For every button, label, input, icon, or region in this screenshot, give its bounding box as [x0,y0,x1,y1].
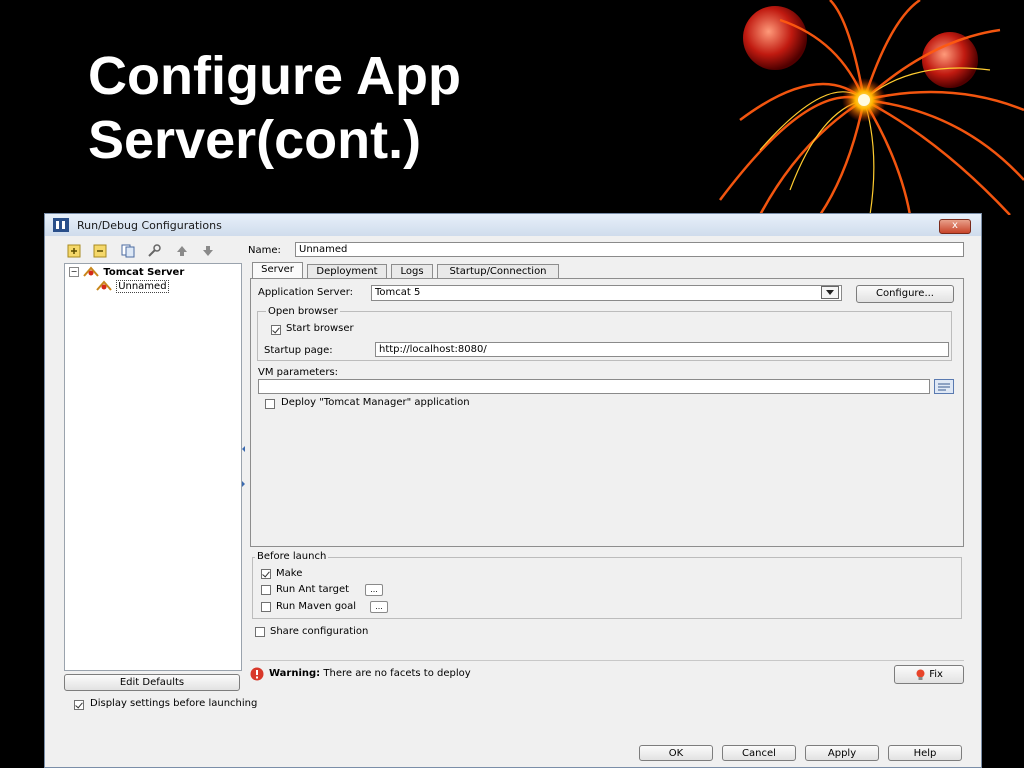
startup-page-label: Startup page: [264,345,333,356]
move-down-icon[interactable] [201,244,215,258]
window-title: Run/Debug Configurations [77,219,222,232]
deploy-manager-label: Deploy "Tomcat Manager" application [281,397,470,408]
make-label: Make [276,568,303,579]
vm-parameters-label: VM parameters: [258,367,339,378]
application-server-select[interactable]: Tomcat 5 [371,285,842,301]
run-ant-target-checkbox[interactable] [261,585,271,595]
open-browser-group-title: Open browser [266,306,340,317]
tree-item-unnamed[interactable]: Unnamed [95,280,169,294]
wrench-icon[interactable] [147,244,161,258]
tab-startup-connection[interactable]: Startup/Connection [437,264,559,279]
tree-child-label: Unnamed [116,280,169,293]
application-server-value: Tomcat 5 [375,287,421,298]
vm-parameters-input[interactable] [258,379,930,394]
start-browser-checkbox[interactable] [271,325,281,335]
start-browser-label: Start browser [286,323,354,334]
fix-button[interactable]: Fix [894,665,964,684]
deploy-manager-checkbox[interactable] [265,399,275,409]
before-launch-group [252,557,962,619]
tomcat-icon [83,266,99,277]
tab-deployment[interactable]: Deployment [307,264,387,279]
run-maven-goal-label: Run Maven goal [276,601,357,612]
collapse-icon[interactable]: − [69,267,79,277]
warning-bold: Warning: [269,668,321,679]
ant-target-browse-button[interactable]: ... [365,584,383,596]
warning-message: Warning: There are no facets to deploy [269,668,471,679]
share-configuration-checkbox[interactable] [255,627,265,637]
lightbulb-icon [916,669,925,680]
name-input[interactable]: Unnamed [295,242,964,257]
move-up-icon[interactable] [175,244,189,258]
before-launch-title: Before launch [255,551,329,562]
tab-logs[interactable]: Logs [391,264,433,279]
startup-page-input[interactable]: http://localhost:8080/ [375,342,949,357]
warning-text: There are no facets to deploy [323,668,471,679]
display-settings-checkbox[interactable] [74,700,84,710]
window-close-button[interactable]: x [939,219,971,234]
slide-title: Configure App Server(cont.) [88,44,461,172]
window-titlebar: Run/Debug Configurations x [45,214,981,236]
expand-editor-icon[interactable] [934,379,954,394]
display-settings-label: Display settings before launching [90,698,258,709]
server-tab-panel: Application Server: Tomcat 5 Configure..… [250,278,964,547]
configure-button[interactable]: Configure... [856,285,954,303]
maven-goal-browse-button[interactable]: ... [370,601,388,613]
run-ant-target-label: Run Ant target [276,584,350,595]
copy-icon[interactable] [121,244,135,258]
divider [250,660,964,661]
tree-root-label: Tomcat Server [103,267,185,278]
tree-item-tomcat-server[interactable]: − Tomcat Server [69,266,184,280]
run-maven-goal-checkbox[interactable] [261,602,271,612]
help-button[interactable]: Help [888,745,962,761]
splitter-handle[interactable] [241,436,246,496]
run-debug-configurations-dialog: Run/Debug Configurations x − Tomcat Serv… [44,213,982,768]
name-label: Name: [248,245,281,256]
firework-decoration [719,0,1024,215]
ok-button[interactable]: OK [639,745,713,761]
configuration-tree: − Tomcat Server Unnamed [64,263,242,671]
cancel-button[interactable]: Cancel [722,745,796,761]
tomcat-icon [96,280,112,291]
apply-button[interactable]: Apply [805,745,879,761]
add-icon[interactable] [67,244,81,258]
share-configuration-label: Share configuration [270,626,369,637]
dropdown-arrow-icon[interactable] [821,286,839,299]
remove-icon[interactable] [93,244,107,258]
fix-label: Fix [929,669,943,680]
edit-defaults-button[interactable]: Edit Defaults [64,674,240,691]
intellij-app-icon [53,218,69,232]
slide-title-line2: Server(cont.) [88,110,422,170]
make-checkbox[interactable] [261,569,271,579]
application-server-label: Application Server: [258,287,354,298]
warning-icon [250,667,264,681]
slide-title-line1: Configure App [88,46,461,106]
